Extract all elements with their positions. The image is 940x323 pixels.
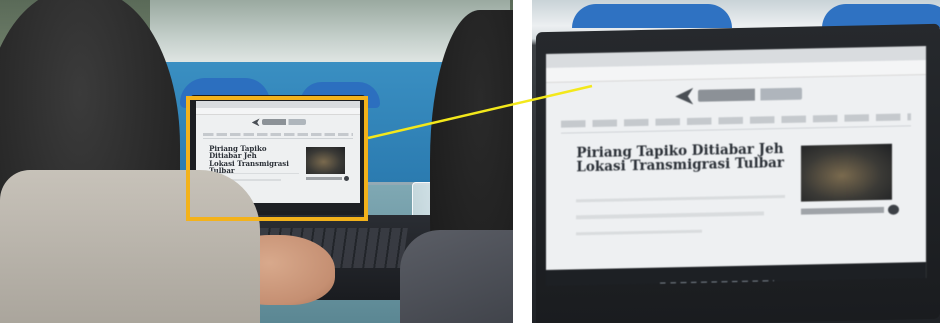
logo-icon: [675, 88, 693, 105]
sidebar-dot: [888, 204, 900, 216]
highlight-box: [186, 96, 368, 221]
excerpt-line: [576, 194, 786, 203]
excerpt-line: [576, 211, 765, 220]
photo-comparison: Piriang Tapiko Ditiabar Jeh Lokasi Trans…: [0, 0, 940, 323]
article-thumbnail: [800, 144, 892, 202]
site-logo: [675, 83, 804, 107]
website-mock: Piriang Tapiko Ditiabar Jeh Lokasi Trans…: [546, 46, 926, 286]
headline-line-2: Lokasi Transmigrasi Tulbar: [576, 154, 784, 176]
right-photo-zoom: Piriang Tapiko Ditiabar Jeh Lokasi Trans…: [532, 0, 940, 323]
left-photo: Piriang Tapiko Ditiabar Jeh Lokasi Trans…: [0, 0, 513, 323]
logo-wordmark: [698, 87, 802, 103]
article-headline: Piriang Tapiko Ditiabar Jeh Lokasi Trans…: [576, 141, 785, 176]
article: Piriang Tapiko Ditiabar Jeh Lokasi Trans…: [576, 141, 786, 286]
person-right-shirt: [400, 230, 513, 323]
sidebar-caption: [800, 206, 885, 215]
blue-chair: [572, 4, 732, 28]
excerpt-line: [576, 229, 702, 236]
laptop-screen-zoomed: Piriang Tapiko Ditiabar Jeh Lokasi Trans…: [546, 46, 926, 286]
